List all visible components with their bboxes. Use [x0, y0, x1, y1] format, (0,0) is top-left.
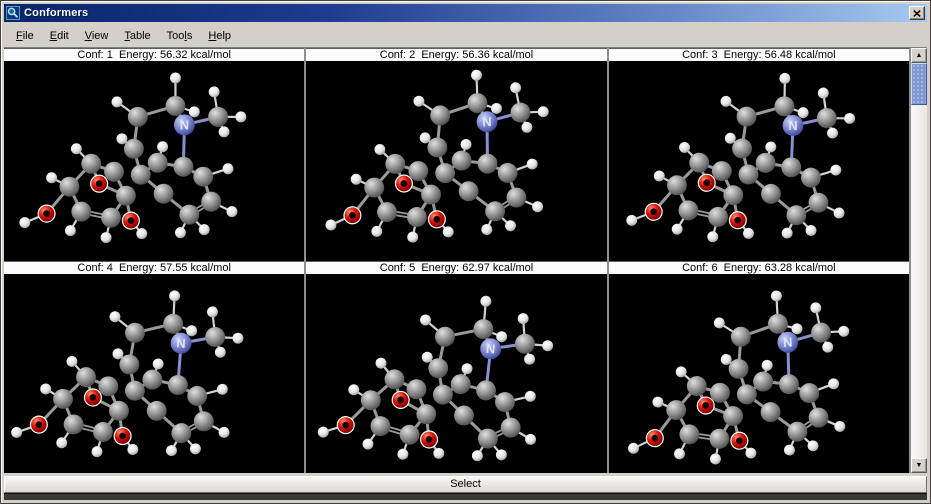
conformer-panel-2: Conf: 2 Energy: 56.36 kcal/mol N [306, 48, 606, 261]
vertical-scrollbar[interactable]: ▲ ▼ [909, 48, 927, 473]
down-arrow-icon: ▼ [916, 462, 923, 469]
conformer-label: Conf: 6 Energy: 63.28 kcal/mol [609, 261, 909, 274]
close-icon [913, 10, 921, 17]
molecule-svg: N [4, 61, 304, 261]
menu-item-tools[interactable]: Tools [159, 25, 201, 47]
conformer-viewport[interactable]: N [4, 61, 304, 261]
scroll-track[interactable] [911, 105, 927, 458]
conformer-label: Conf: 5 Energy: 62.97 kcal/mol [306, 261, 606, 274]
conformer-panel-1: Conf: 1 Energy: 56.32 kcal/mol N [4, 48, 304, 261]
svg-text:N: N [482, 114, 492, 129]
menu-item-edit[interactable]: Edit [42, 25, 77, 47]
conformer-viewport[interactable]: N [306, 274, 606, 474]
molecule-svg: N [609, 274, 909, 474]
molecule-svg: N [4, 274, 304, 474]
window-title: Conformers [24, 5, 909, 21]
close-button[interactable] [909, 6, 925, 20]
scroll-up-button[interactable]: ▲ [911, 48, 927, 63]
conformer-grid: Conf: 1 Energy: 56.32 kcal/mol N Conf: 2… [4, 48, 909, 473]
conformers-window: Conformers FileEditViewTableToolsHelp Co… [0, 0, 931, 504]
conformer-label: Conf: 3 Energy: 56.48 kcal/mol [609, 48, 909, 61]
svg-text:N: N [486, 340, 497, 356]
conformer-panel-3: Conf: 3 Energy: 56.48 kcal/mol N [609, 48, 909, 261]
conformer-viewport[interactable]: N [4, 274, 304, 474]
conformer-label: Conf: 2 Energy: 56.36 kcal/mol [306, 48, 606, 61]
title-bar[interactable]: Conformers [4, 4, 927, 22]
conformer-viewport[interactable]: N [609, 61, 909, 261]
magnifier-icon [6, 6, 20, 20]
menu-item-help[interactable]: Help [200, 25, 239, 47]
scroll-thumb[interactable] [911, 63, 927, 105]
conformer-viewport[interactable]: N [306, 61, 606, 261]
menu-bar: FileEditViewTableToolsHelp [4, 24, 927, 48]
menu-item-table[interactable]: Table [116, 25, 158, 47]
menu-item-file[interactable]: File [8, 25, 42, 47]
menu-item-view[interactable]: View [77, 25, 117, 47]
svg-text:N: N [788, 118, 798, 133]
molecule-svg: N [306, 274, 606, 474]
up-arrow-icon: ▲ [916, 52, 923, 59]
svg-text:N: N [176, 335, 186, 351]
conformer-panel-6: Conf: 6 Energy: 63.28 kcal/mol N [609, 261, 909, 474]
bottom-frame [4, 493, 927, 500]
molecule-svg: N [609, 61, 909, 261]
molecule-svg: N [306, 61, 606, 261]
conformer-panel-5: Conf: 5 Energy: 62.97 kcal/mol N [306, 261, 606, 474]
conformer-label: Conf: 4 Energy: 57.55 kcal/mol [4, 261, 304, 274]
svg-text:N: N [782, 334, 792, 350]
conformer-viewport[interactable]: N [609, 274, 909, 474]
scroll-down-button[interactable]: ▼ [911, 458, 927, 473]
conformer-panel-4: Conf: 4 Energy: 57.55 kcal/mol N [4, 261, 304, 474]
conformer-label: Conf: 1 Energy: 56.32 kcal/mol [4, 48, 304, 61]
content-area: Conf: 1 Energy: 56.32 kcal/mol N Conf: 2… [4, 48, 927, 473]
svg-text:N: N [180, 117, 189, 132]
select-bar[interactable]: Select [4, 476, 927, 493]
